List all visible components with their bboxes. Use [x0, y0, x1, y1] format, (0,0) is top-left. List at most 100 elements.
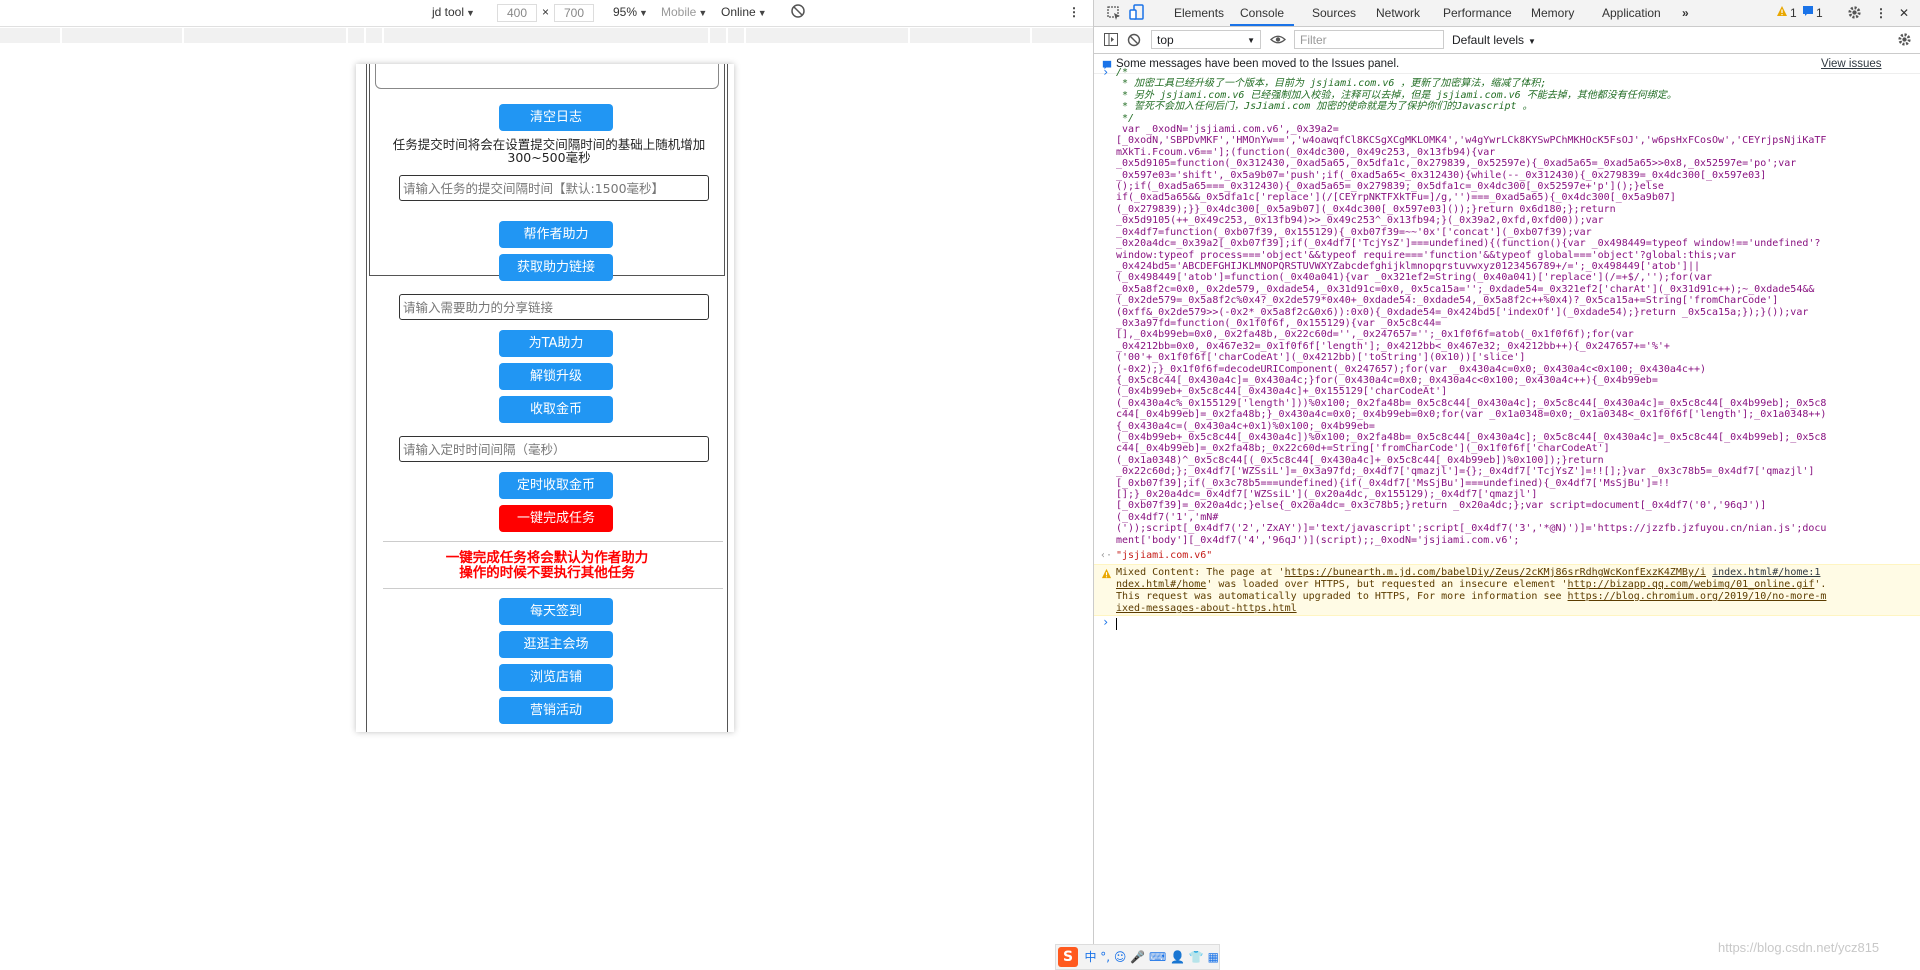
context-select[interactable]: top ▼ [1151, 30, 1261, 49]
warning-icon[interactable] [1776, 5, 1788, 20]
help-author-button[interactable]: 帮作者助力 [499, 221, 613, 248]
help-ta-button[interactable]: 为TA助力 [499, 330, 613, 357]
device-toolbar-icon[interactable] [1129, 4, 1145, 24]
filter-input[interactable]: Filter [1294, 30, 1444, 49]
network-select[interactable]: Online ▼ [721, 5, 767, 19]
tab-application[interactable]: Application [1602, 6, 1661, 20]
more-options-icon[interactable]: ⋮ [1068, 5, 1080, 19]
gear-icon[interactable] [1847, 5, 1862, 23]
log-textarea[interactable] [375, 64, 719, 89]
inspect-element-icon[interactable] [1106, 5, 1122, 24]
gear-icon[interactable] [1897, 32, 1912, 50]
interval-note: 任务提交时间将会在设置提交间隔时间的基础上随机增加300~500毫秒 [392, 137, 706, 165]
ime-toolbar[interactable]: S 中 °, ☺ 🎤 ⌨ 👤 👕 ▦ [1055, 944, 1220, 970]
network-label: Online [721, 5, 756, 19]
close-icon[interactable]: ✕ [1899, 6, 1909, 20]
message-icon[interactable] [1802, 5, 1814, 20]
rotate-icon[interactable] [790, 3, 806, 22]
zoom-label: 95% [613, 5, 638, 19]
code-line: _0x3a97fd=function(_0x1f0f6f,_0x155129){… [1116, 317, 1442, 329]
devtools-menu-icon[interactable]: ⋮ [1875, 6, 1887, 20]
code-line: _0x22c60d;};_0x4df7['WZSsiL']=_0x3a97fd;… [1116, 466, 1815, 478]
page-url-link-cont[interactable]: ndex.html#/home [1116, 579, 1206, 590]
chromium-blog-link-cont[interactable]: ixed-messages-about-https.html [1116, 603, 1297, 614]
media-query-ruler[interactable] [0, 28, 1093, 43]
visit-venue-button[interactable]: 逛逛主会场 [499, 631, 613, 658]
mixed-content-line-2: ndex.html#/home' was loaded over HTTPS, … [1116, 579, 1916, 590]
code-line: ment['body'][_0x4df7('4','96qJ')](script… [1116, 534, 1520, 546]
tab-sources[interactable]: Sources [1312, 6, 1356, 20]
code-line: c44[_0x4b99eb]=_0x2fa48b;_0x22c60d+=Stri… [1116, 443, 1610, 455]
get-help-link-button[interactable]: 获取助力链接 [499, 254, 613, 281]
mode-select[interactable]: Mobile ▼ [661, 5, 707, 19]
more-tabs-button[interactable]: » [1682, 6, 1689, 20]
eye-icon[interactable] [1270, 33, 1286, 49]
tab-console[interactable]: Console [1240, 6, 1284, 20]
code-line: (-0x2);}_0x1f0f6f=decodeURIComponent(_0x… [1116, 363, 1707, 375]
one-click-complete-button[interactable]: 一键完成任务 [499, 505, 613, 532]
collect-gold-button[interactable]: 收取金币 [499, 396, 613, 423]
warning-line-1: 一键完成任务将会默认为作者助力 [445, 550, 649, 566]
sidebar-toggle-icon[interactable] [1104, 33, 1118, 49]
page-url-link[interactable]: https://bunearth.m.jd.com/babelDiy/Zeus/… [1285, 567, 1706, 578]
code-line: c44[_0x4b99eb]=_0x2fa48b;}_0x430a4c=0x0;… [1116, 409, 1827, 421]
source-link[interactable]: index.html#/home:1 [1712, 567, 1820, 578]
warning-line-2: 操作的时候不要执行其他任务 [459, 565, 635, 581]
marketing-button[interactable]: 营销活动 [499, 697, 613, 724]
watermark: https://blog.csdn.net/ycz815 [1718, 940, 1880, 955]
width-input[interactable]: 400 [497, 4, 537, 22]
tab-network[interactable]: Network [1376, 6, 1420, 20]
code-line: (0xff&_0x2de579>>(-0x2*_0x5a8f2c&0x6)):0… [1116, 306, 1809, 318]
device-select[interactable]: jd tool ▼ [432, 5, 475, 19]
code-line: [_0xb07f39];if(_0x3c78b5===undefined){if… [1116, 477, 1670, 489]
divider [383, 541, 723, 542]
clear-console-icon[interactable] [1127, 33, 1141, 50]
log-levels-label: Default levels [1452, 33, 1525, 47]
warning-text: This request was automatically upgraded … [1116, 591, 1568, 602]
page-frame: 清空日志 任务提交时间将会在设置提交间隔时间的基础上随机增加300~500毫秒 … [366, 64, 728, 732]
timed-collect-button[interactable]: 定时收取金币 [499, 472, 613, 499]
clear-log-button[interactable]: 清空日志 [499, 104, 613, 131]
unlock-upgrade-button[interactable]: 解锁升级 [499, 363, 613, 390]
share-link-input[interactable]: 请输入需要助力的分享链接 [399, 294, 709, 320]
code-line: [_0xb07f39]=_0x20a4dc;}else{_0x20a4dc=_0… [1116, 500, 1767, 512]
chromium-blog-link[interactable]: https://blog.chromium.org/2019/10/no-mor… [1568, 591, 1827, 602]
tab-elements[interactable]: Elements [1174, 6, 1224, 20]
warning-text: '. [1814, 579, 1827, 590]
sogou-logo-icon: S [1058, 947, 1078, 967]
message-count[interactable]: 1 [1816, 6, 1823, 20]
chevron-down-icon: ▼ [466, 8, 475, 18]
interval-input[interactable]: 请输入任务的提交间隔时间【默认:1500毫秒】 [399, 175, 709, 201]
warning-text: Mixed Content: The page at ' [1116, 567, 1285, 578]
code-line: _0x4212bb=0x0,_0x467e32=_0x1f0f6f['lengt… [1116, 340, 1670, 352]
chevron-down-icon: ▼ [1247, 36, 1255, 45]
zoom-select[interactable]: 95% ▼ [613, 5, 648, 19]
code-line: [_0xodN,'SBPDvMKF','HMOnYw==','w4oawqfCl… [1116, 135, 1827, 147]
ime-icons[interactable]: 中 °, ☺ 🎤 ⌨ 👤 👕 ▦ [1084, 950, 1219, 964]
warning-text: ' was loaded over HTTPS, but requested a… [1206, 579, 1568, 590]
code-line: {_0x430a4c=(_0x430a4c+0x1)%0x100;_0x4b99… [1116, 420, 1375, 432]
code-line: _0x5d9105=function(_0x312430,_0xad5a65,_… [1116, 158, 1797, 170]
console-prompt-row[interactable]: › [1094, 616, 1920, 633]
context-label: top [1157, 33, 1174, 47]
tab-performance[interactable]: Performance [1443, 6, 1512, 20]
code-line: * 另外 jsjiami.com.v6 已经强制加入校验，注释可以去掉，但是 j… [1116, 89, 1677, 101]
code-line: ('00'+_0x1f0f6f['charCodeAt'](_0x4212bb)… [1116, 352, 1526, 364]
code-line: (_0x498449['atob']=function(_0x40a041){v… [1116, 272, 1713, 284]
browse-shop-button[interactable]: 浏览店铺 [499, 664, 613, 691]
log-levels-select[interactable]: Default levels ▼ [1452, 33, 1536, 47]
timer-interval-input[interactable]: 请输入定时时间间隔（毫秒） [399, 436, 709, 462]
code-line: if(_0xad5a65&&_0x5dfa1c['replace'](/[CEY… [1116, 192, 1676, 204]
code-line: _0x5d9105(++_0x49c253,_0x13fb94)>>_0x49c… [1116, 215, 1604, 227]
daily-sign-button[interactable]: 每天签到 [499, 598, 613, 625]
mixed-content-warning: Mixed Content: The page at 'https://bune… [1094, 564, 1920, 616]
tab-memory[interactable]: Memory [1531, 6, 1574, 20]
height-input[interactable]: 700 [554, 4, 594, 22]
insecure-element-link[interactable]: http://bizapp.qq.com/webimg/01_online.gi… [1568, 579, 1815, 590]
devtools-tab-bar: Elements Console Sources Network Perform… [1094, 0, 1920, 27]
warning-count[interactable]: 1 [1790, 6, 1797, 20]
code-line: _0x4df7=function(_0xb07f39,_0x155129){_0… [1116, 226, 1592, 238]
code-line: (_0x279839);}}_0x4dc300[_0x5a9b07](_0x4d… [1116, 203, 1616, 215]
code-line: {_0x5c8c44[_0x430a4c]=_0x430a4c;}for(_0x… [1116, 374, 1658, 386]
code-line: mXkTi.Fcoum.v6=='];(function(_0x4dc300,_… [1116, 146, 1496, 158]
